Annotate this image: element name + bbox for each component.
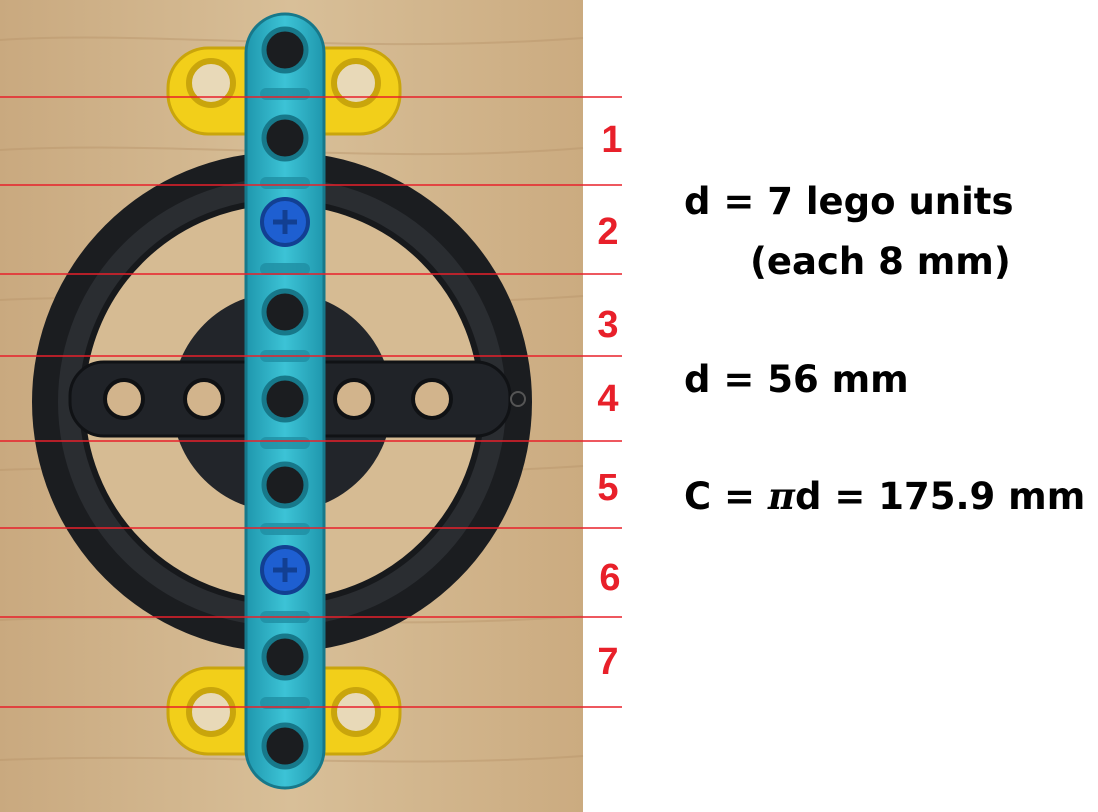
diameter-mm-text: d = 56 mm [684, 358, 909, 401]
blue-pin-bottom [260, 545, 310, 595]
diameter-units-text: d = 7 lego units [684, 180, 1014, 223]
lego-wheel-photo [0, 0, 622, 812]
unit-label-6: 6 [599, 557, 621, 599]
unit-label-7: 7 [597, 641, 619, 683]
unit-label-3: 3 [597, 304, 619, 346]
blue-pin-top [260, 197, 310, 247]
unit-label-1: 1 [601, 119, 623, 161]
unit-label-4: 4 [597, 378, 619, 420]
pi-symbol: π [767, 474, 796, 518]
circumference-prefix: C = [684, 475, 768, 518]
teal-beam [244, 12, 326, 790]
circumference-suffix: d = 175.9 mm [795, 475, 1086, 518]
unit-size-text: (each 8 mm) [750, 240, 1011, 283]
unit-label-2: 2 [597, 211, 619, 253]
unit-label-5: 5 [597, 467, 619, 509]
circumference-text: C = πd = 175.9 mm [684, 474, 1085, 519]
